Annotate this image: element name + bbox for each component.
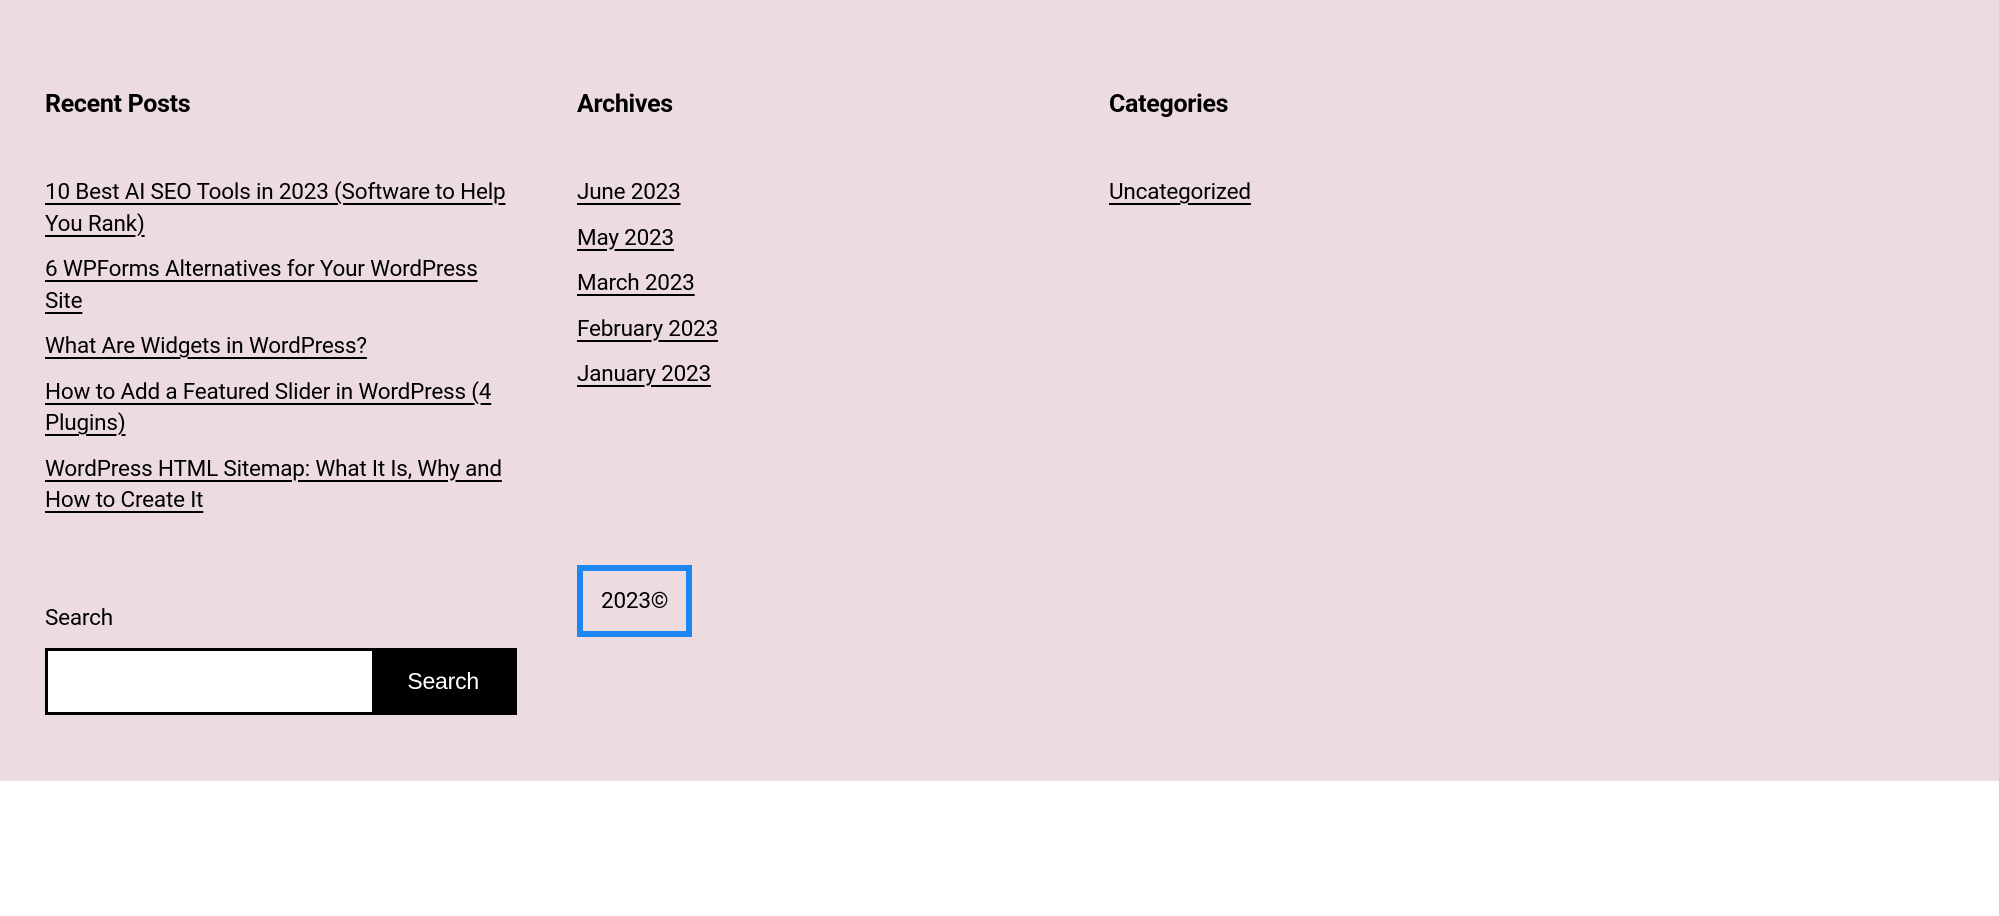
archives-list: June 2023 May 2023 March 2023 February 2…	[577, 177, 1049, 391]
archives-title: Archives	[577, 90, 1049, 119]
recent-posts-title: Recent Posts	[45, 90, 517, 119]
category-link[interactable]: Uncategorized	[1109, 179, 1251, 205]
recent-posts-list: 10 Best AI SEO Tools in 2023 (Software t…	[45, 177, 517, 517]
archive-link[interactable]: June 2023	[577, 179, 681, 205]
list-item: What Are Widgets in WordPress?	[45, 331, 517, 363]
recent-posts-column: Recent Posts 10 Best AI SEO Tools in 202…	[45, 90, 517, 715]
archive-link[interactable]: January 2023	[577, 361, 711, 387]
categories-list: Uncategorized	[1109, 177, 1954, 209]
recent-post-link[interactable]: What Are Widgets in WordPress?	[45, 333, 367, 359]
categories-title: Categories	[1109, 90, 1954, 119]
recent-post-link[interactable]: WordPress HTML Sitemap: What It Is, Why …	[45, 456, 502, 514]
list-item: May 2023	[577, 223, 1049, 255]
recent-post-link[interactable]: 10 Best AI SEO Tools in 2023 (Software t…	[45, 179, 505, 237]
search-label: Search	[45, 605, 517, 631]
footer-widgets: Recent Posts 10 Best AI SEO Tools in 202…	[0, 0, 1999, 781]
archive-link[interactable]: February 2023	[577, 316, 718, 342]
list-item: Uncategorized	[1109, 177, 1954, 209]
search-widget: Search Search	[45, 605, 517, 715]
list-item: WordPress HTML Sitemap: What It Is, Why …	[45, 454, 517, 517]
list-item: January 2023	[577, 359, 1049, 391]
search-form: Search	[45, 648, 517, 715]
list-item: March 2023	[577, 268, 1049, 300]
categories-column: Categories Uncategorized	[1109, 90, 1954, 715]
recent-post-link[interactable]: 6 WPForms Alternatives for Your WordPres…	[45, 256, 478, 314]
list-item: February 2023	[577, 314, 1049, 346]
archive-link[interactable]: May 2023	[577, 225, 674, 251]
search-button[interactable]: Search	[372, 651, 514, 712]
archive-link[interactable]: March 2023	[577, 270, 695, 296]
archives-column: Archives June 2023 May 2023 March 2023 F…	[577, 90, 1049, 715]
recent-post-link[interactable]: How to Add a Featured Slider in WordPres…	[45, 379, 491, 437]
list-item: 6 WPForms Alternatives for Your WordPres…	[45, 254, 517, 317]
list-item: June 2023	[577, 177, 1049, 209]
list-item: 10 Best AI SEO Tools in 2023 (Software t…	[45, 177, 517, 240]
copyright-text: 2023©	[601, 588, 668, 614]
list-item: How to Add a Featured Slider in WordPres…	[45, 377, 517, 440]
search-input[interactable]	[48, 651, 372, 712]
copyright-highlight-box: 2023©	[577, 565, 692, 637]
